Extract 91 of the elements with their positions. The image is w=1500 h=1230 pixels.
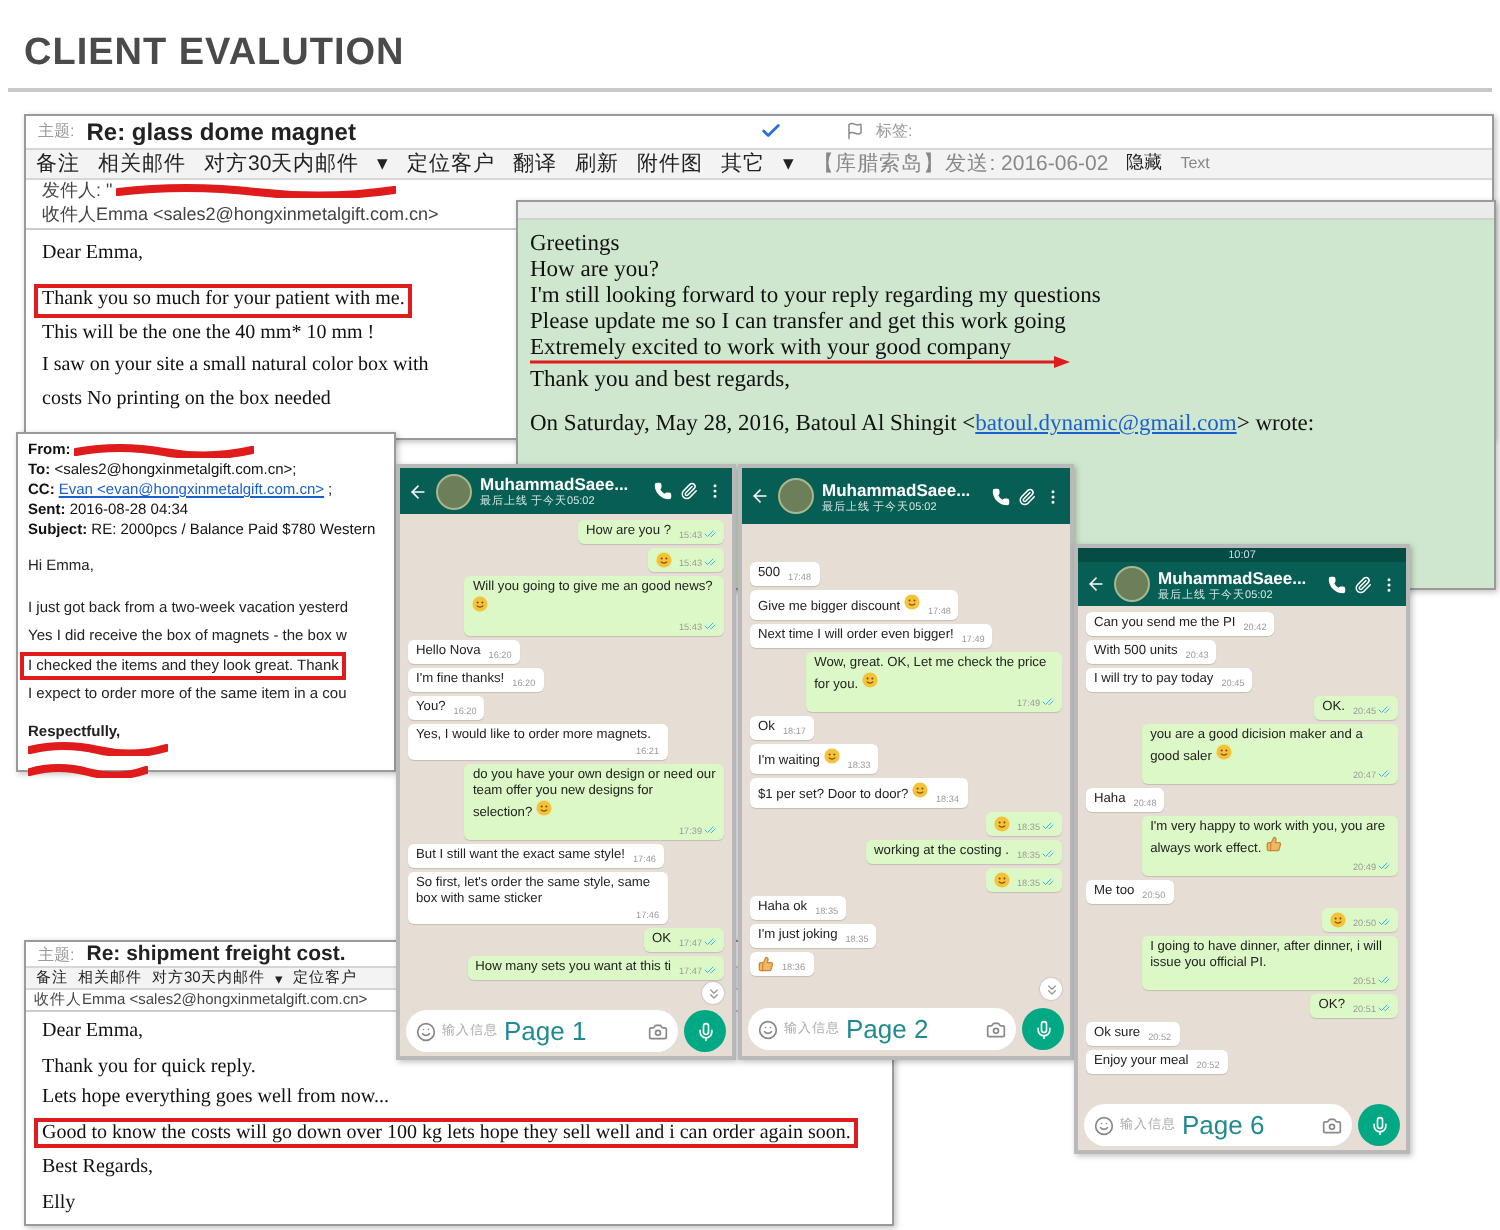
- double-check-icon: [1042, 848, 1054, 860]
- paperclip-icon[interactable]: [680, 482, 698, 500]
- phone-icon[interactable]: [1328, 575, 1346, 594]
- double-check-icon: [704, 620, 716, 632]
- toolbar-item[interactable]: 附件图: [637, 149, 704, 177]
- double-check-icon: [1378, 860, 1390, 872]
- double-check-icon: [1042, 820, 1054, 832]
- email-text-line: Lets hope everything goes well from now...: [40, 1084, 391, 1112]
- check-icon: [759, 120, 782, 143]
- email-text-line: Extremely excited to work with your good company: [530, 336, 1011, 362]
- toolbar-item[interactable]: ▾: [377, 150, 390, 176]
- redaction-scribble: [28, 742, 168, 756]
- phone-icon[interactable]: [992, 487, 1010, 505]
- camera-icon[interactable]: [986, 1019, 1006, 1039]
- smiley-icon[interactable]: [1094, 1115, 1114, 1135]
- tag-label: 标签:: [875, 120, 913, 143]
- double-check-icon: [704, 936, 716, 948]
- email-subject: Re: shipment freight cost.: [86, 942, 346, 966]
- double-check-icon: [1042, 876, 1054, 888]
- flag-icon: [845, 122, 864, 141]
- microphone-icon: [1369, 1115, 1389, 1135]
- email-link[interactable]: batoul.dynamic@gmail.com: [975, 412, 1237, 436]
- quote-line: On Saturday, May 28, 2016, Batoul Al Shingit <batoul.dynamic@gmail.com> wrote:: [530, 412, 1317, 438]
- email-text-line: I'm still looking forward to your reply regarding my questions: [530, 284, 1101, 310]
- double-check-icon: [1378, 974, 1390, 986]
- paperclip-icon[interactable]: [1018, 487, 1036, 505]
- camera-icon[interactable]: [648, 1021, 668, 1041]
- email-text-line: I saw on your site a small natural color box with: [40, 352, 431, 380]
- paperclip-icon[interactable]: [1354, 575, 1372, 594]
- page-label: Page 6: [1182, 1110, 1267, 1140]
- double-check-icon: [704, 528, 716, 540]
- double-check-icon: [704, 824, 716, 836]
- toolbar-item[interactable]: 对方30天内邮件: [204, 149, 360, 177]
- sender-label: 发件人: ": [42, 178, 113, 204]
- page-label: Page 2: [846, 1014, 931, 1044]
- email-text-line: This will be the one the 40 mm* 10 mm !: [40, 319, 377, 347]
- scroll-down-button[interactable]: [1040, 978, 1062, 1000]
- contact-name[interactable]: MuhammadSaee...: [822, 479, 984, 499]
- scroll-down-button[interactable]: [702, 982, 724, 1004]
- double-check-icon: [1378, 916, 1390, 928]
- email-text-line: Elly: [40, 1189, 78, 1217]
- subject-label: 主题:: [38, 120, 75, 143]
- email-text-line: Please update me so I can transfer and get this work going: [530, 310, 1066, 336]
- sent-info: 【库腊索岛】发送: 2016-06-02: [813, 149, 1109, 177]
- toolbar-item[interactable]: 备注: [36, 149, 80, 177]
- email-text-line: How are you?: [530, 258, 660, 284]
- double-check-icon: [704, 964, 716, 976]
- double-check-icon: [704, 556, 716, 568]
- email-text-line: Thank you for quick reply.: [40, 1053, 258, 1081]
- mic-button[interactable]: [684, 1010, 726, 1052]
- double-check-icon: [1378, 704, 1390, 716]
- double-check-icon: [1042, 696, 1054, 708]
- toolbar-item[interactable]: 定位客户: [407, 149, 496, 177]
- avatar-icon: [778, 478, 814, 514]
- redaction-scribble: [28, 763, 148, 777]
- email-text-line: Greetings: [530, 232, 620, 258]
- email-text-line: costs No printing on the box needed: [40, 385, 333, 413]
- mic-button[interactable]: [1358, 1104, 1400, 1146]
- mic-button[interactable]: [1022, 1008, 1064, 1050]
- smiley-icon[interactable]: [416, 1021, 436, 1041]
- contact-name[interactable]: MuhammadSaee...: [480, 474, 646, 494]
- hide-button[interactable]: 隐藏: [1126, 150, 1163, 176]
- subject-label: 主题:: [38, 943, 75, 965]
- contact-name[interactable]: MuhammadSaee...: [1158, 567, 1320, 588]
- avatar-icon: [436, 473, 472, 509]
- email-subject: Re: glass dome magnet: [86, 117, 356, 146]
- back-icon[interactable]: [750, 486, 770, 506]
- double-check-icon: [1378, 1002, 1390, 1014]
- toolbar-item[interactable]: 其它: [721, 149, 766, 177]
- chevrons-down-icon: [1043, 981, 1059, 997]
- back-icon[interactable]: [408, 481, 428, 501]
- email-text-line: Best Regards,: [40, 1154, 156, 1182]
- toolbar-item[interactable]: ▾: [783, 150, 796, 176]
- avatar-icon: [1114, 566, 1150, 603]
- page-label: Page 1: [504, 1016, 589, 1046]
- double-check-icon: [1378, 768, 1390, 780]
- page-title: CLIENT EVALUTION: [24, 32, 405, 74]
- toolbar-item[interactable]: 相关邮件: [98, 149, 186, 177]
- phone-icon[interactable]: [654, 482, 672, 500]
- email-text-line: Dear Emma,: [40, 239, 146, 267]
- smiley-icon[interactable]: [758, 1019, 778, 1039]
- microphone-icon: [1033, 1019, 1053, 1039]
- email-text-line: Thank you and best regards,: [530, 368, 790, 394]
- microphone-icon: [695, 1021, 715, 1041]
- toolbar-item[interactable]: 刷新: [575, 149, 620, 177]
- back-icon[interactable]: [1086, 574, 1106, 595]
- chevrons-down-icon: [705, 985, 721, 1001]
- email-text-line: Dear Emma,: [40, 1018, 146, 1046]
- toolbar-item[interactable]: 翻译: [513, 149, 558, 177]
- camera-icon[interactable]: [1322, 1115, 1342, 1135]
- recipient-line: 收件人Emma <sales2@hongxinmetalgift.com.cn>: [42, 202, 439, 228]
